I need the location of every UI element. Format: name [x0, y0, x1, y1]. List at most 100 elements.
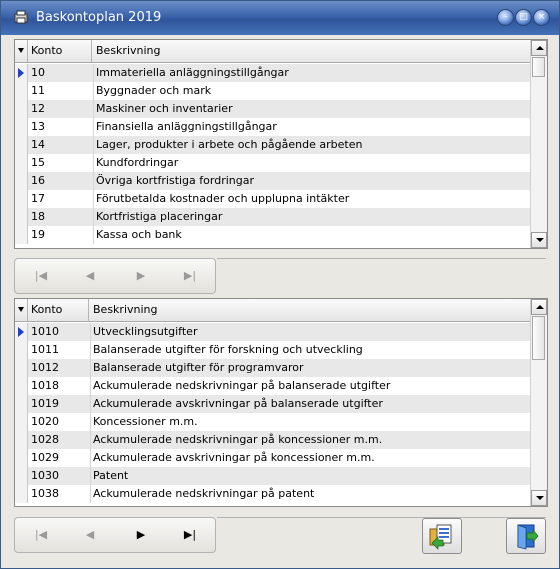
beskrivning-cell[interactable]: Balanserade utgifter för forskning och u…	[93, 341, 363, 359]
konto-cell[interactable]: 1012	[31, 359, 59, 377]
title-bar[interactable]: Baskontoplan 2019 – □ ×	[1, 1, 559, 35]
beskrivning-cell[interactable]: Maskiner och inventarier	[96, 100, 233, 118]
beskrivning-cell[interactable]: Ackumulerade nedskrivningar på koncessio…	[93, 431, 382, 449]
konto-cell[interactable]: 1030	[31, 467, 59, 485]
row-indicator[interactable]	[15, 118, 28, 136]
konto-cell[interactable]: 1011	[31, 341, 59, 359]
first-record-button[interactable]: |◀	[31, 269, 51, 283]
row-indicator[interactable]	[15, 359, 28, 377]
row-indicator[interactable]	[15, 341, 28, 359]
konto-cell[interactable]: 14	[31, 136, 45, 154]
konto-cell[interactable]: 1029	[31, 449, 59, 467]
konto-cell[interactable]: 1020	[31, 413, 59, 431]
table-row[interactable]: 1019 Ackumulerade avskrivningar på balans…	[15, 395, 530, 413]
table-row[interactable]: 1038 Ackumulerade nedskrivningar på paten…	[15, 485, 530, 503]
table-row[interactable]: 1018 Ackumulerade nedskrivningar på balan…	[15, 377, 530, 395]
row-indicator[interactable]	[15, 172, 28, 190]
row-indicator[interactable]	[15, 323, 28, 341]
scroll-up-button[interactable]	[531, 299, 547, 315]
table-row[interactable]: 13 Finansiella anläggningstillgångar	[15, 118, 530, 136]
table-row[interactable]: 1011 Balanserade utgifter för forskning o…	[15, 341, 530, 359]
beskrivning-cell[interactable]: Kortfristiga placeringar	[96, 208, 222, 226]
row-indicator[interactable]	[15, 82, 28, 100]
first-record-button[interactable]: |◀	[31, 528, 51, 542]
previous-record-button[interactable]: ◀	[80, 269, 100, 283]
vertical-scrollbar[interactable]	[530, 40, 547, 248]
column-header-beskrivning[interactable]: Beskrivning	[93, 40, 161, 62]
table-row[interactable]: 1030 Patent	[15, 467, 530, 485]
konto-cell[interactable]: 1010	[31, 323, 59, 341]
konto-cell[interactable]: 1028	[31, 431, 59, 449]
row-indicator[interactable]	[15, 377, 28, 395]
table-row[interactable]: 18 Kortfristiga placeringar	[15, 208, 530, 226]
table-row[interactable]: 1012 Balanserade utgifter för programvaro…	[15, 359, 530, 377]
column-header-beskrivning[interactable]: Beskrivning	[90, 299, 158, 321]
konto-cell[interactable]: 12	[31, 100, 45, 118]
scroll-thumb[interactable]	[532, 316, 545, 360]
table-row[interactable]: 12 Maskiner och inventarier	[15, 100, 530, 118]
row-indicator[interactable]	[15, 467, 28, 485]
konto-cell[interactable]: 13	[31, 118, 45, 136]
konto-cell[interactable]: 16	[31, 172, 45, 190]
beskrivning-cell[interactable]: Kassa och bank	[96, 226, 182, 244]
row-indicator[interactable]	[15, 190, 28, 208]
previous-record-button[interactable]: ◀	[80, 528, 100, 542]
konto-cell[interactable]: 18	[31, 208, 45, 226]
row-indicator[interactable]	[15, 136, 28, 154]
beskrivning-cell[interactable]: Koncessioner m.m.	[93, 413, 198, 431]
table-row[interactable]: 1029 Ackumulerade avskrivningar på konces…	[15, 449, 530, 467]
last-record-button[interactable]: ▶|	[180, 528, 200, 542]
beskrivning-cell[interactable]: Övriga kortfristiga fordringar	[96, 172, 254, 190]
table-row[interactable]: 10 Immateriella anläggningstillgångar	[15, 64, 530, 82]
close-icon[interactable]: ×	[533, 9, 550, 26]
row-indicator[interactable]	[15, 413, 28, 431]
row-indicator[interactable]	[15, 395, 28, 413]
table-row[interactable]: 19 Kassa och bank	[15, 226, 530, 244]
konto-cell[interactable]: 10	[31, 64, 45, 82]
beskrivning-cell[interactable]: Lager, produkter i arbete och pågående a…	[96, 136, 362, 154]
konto-cell[interactable]: 19	[31, 226, 45, 244]
konto-cell[interactable]: 17	[31, 190, 45, 208]
konto-cell[interactable]: 1038	[31, 485, 59, 503]
table-row[interactable]: 1028 Ackumulerade nedskrivningar på konce…	[15, 431, 530, 449]
account-class-table[interactable]: Konto Beskrivning 10 Immateriella anläggn…	[14, 39, 548, 249]
scroll-up-button[interactable]	[531, 40, 547, 56]
next-record-button[interactable]: ▶	[131, 528, 151, 542]
exit-button[interactable]	[506, 518, 546, 554]
beskrivning-cell[interactable]: Finansiella anläggningstillgångar	[96, 118, 277, 136]
table-row[interactable]: 11 Byggnader och mark	[15, 82, 530, 100]
row-indicator[interactable]	[15, 431, 28, 449]
table-row[interactable]: 1010 Utvecklingsutgifter	[15, 323, 530, 341]
konto-cell[interactable]: 15	[31, 154, 45, 172]
sort-indicator[interactable]	[15, 299, 28, 321]
beskrivning-cell[interactable]: Ackumulerade nedskrivningar på balansera…	[93, 377, 390, 395]
scroll-down-button[interactable]	[531, 232, 547, 248]
minimize-icon[interactable]: –	[497, 9, 514, 26]
column-header-konto[interactable]: Konto	[28, 40, 92, 62]
row-indicator[interactable]	[15, 64, 28, 82]
table-row[interactable]: 14 Lager, produkter i arbete och pågående…	[15, 136, 530, 154]
table-row[interactable]: 16 Övriga kortfristiga fordringar	[15, 172, 530, 190]
beskrivning-cell[interactable]: Byggnader och mark	[96, 82, 211, 100]
table-row[interactable]: 15 Kundfordringar	[15, 154, 530, 172]
konto-cell[interactable]: 11	[31, 82, 45, 100]
row-indicator[interactable]	[15, 226, 28, 244]
account-table[interactable]: Konto Beskrivning 1010 Utvecklingsutgifte…	[14, 298, 548, 507]
konto-cell[interactable]: 1019	[31, 395, 59, 413]
row-indicator[interactable]	[15, 485, 28, 503]
beskrivning-cell[interactable]: Kundfordringar	[96, 154, 178, 172]
table-row[interactable]: 17 Förutbetalda kostnader och upplupna in…	[15, 190, 530, 208]
sort-indicator[interactable]	[15, 40, 28, 62]
row-indicator[interactable]	[15, 208, 28, 226]
row-indicator[interactable]	[15, 154, 28, 172]
last-record-button[interactable]: ▶|	[180, 269, 200, 283]
column-header-konto[interactable]: Konto	[28, 299, 89, 321]
import-button[interactable]	[422, 518, 462, 554]
row-indicator[interactable]	[15, 100, 28, 118]
vertical-scrollbar[interactable]	[530, 299, 547, 506]
beskrivning-cell[interactable]: Ackumulerade avskrivningar på koncession…	[93, 449, 375, 467]
next-record-button[interactable]: ▶	[131, 269, 151, 283]
row-indicator[interactable]	[15, 449, 28, 467]
beskrivning-cell[interactable]: Förutbetalda kostnader och upplupna intä…	[96, 190, 349, 208]
table-row[interactable]: 1020 Koncessioner m.m.	[15, 413, 530, 431]
